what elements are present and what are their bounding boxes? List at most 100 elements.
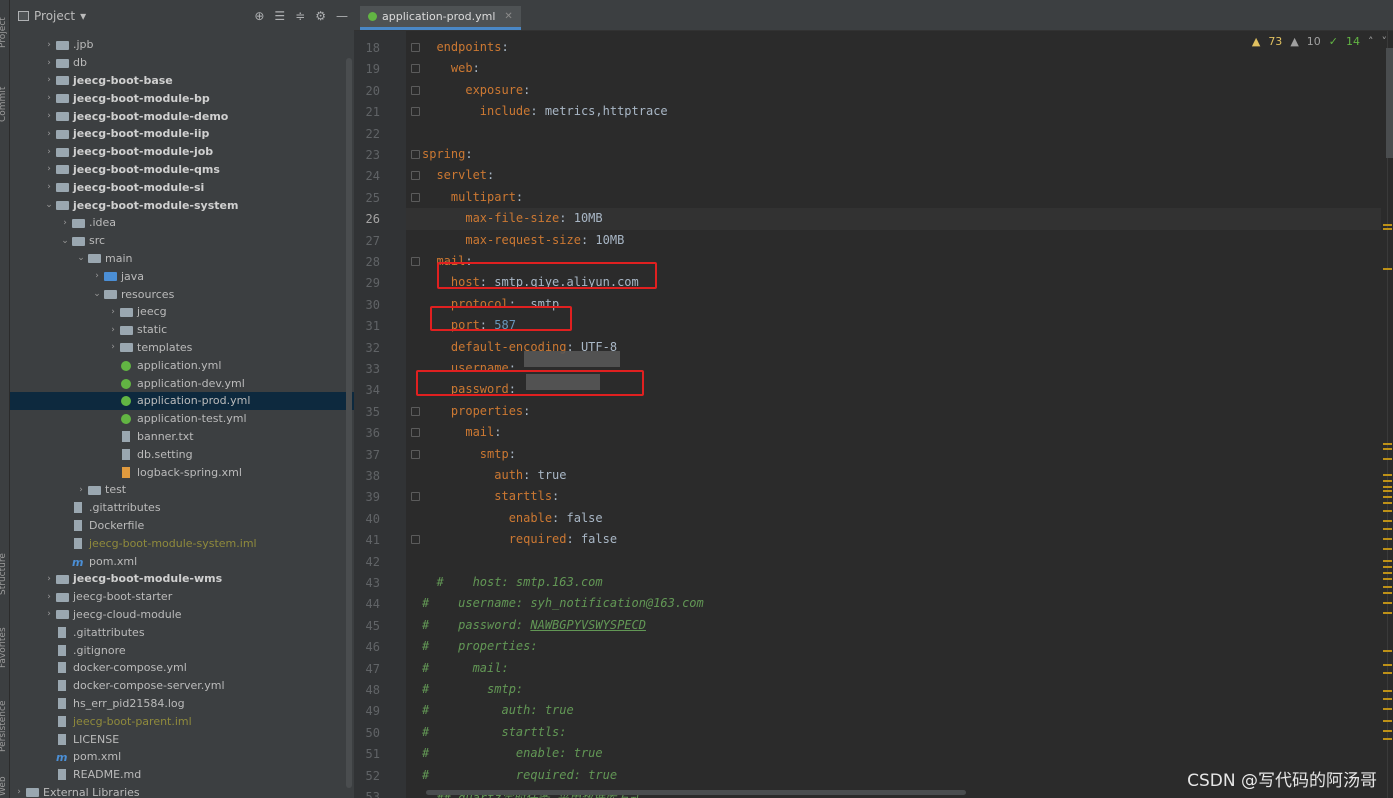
project-view-selector[interactable]: Project ▾ [18, 9, 86, 23]
error-stripe-mark[interactable] [1383, 496, 1392, 498]
error-stripe-mark[interactable] [1383, 560, 1392, 562]
close-icon[interactable]: ✕ [504, 11, 512, 22]
fold-marker[interactable] [411, 64, 420, 74]
chevron-down-icon[interactable]: ⌄ [90, 289, 104, 299]
error-stripe-mark[interactable] [1383, 690, 1392, 692]
error-stripe-mark[interactable] [1383, 672, 1392, 674]
chevron-right-icon[interactable]: › [42, 40, 56, 50]
chevron-right-icon[interactable]: › [42, 164, 56, 174]
tree-file[interactable]: .gitignore [10, 641, 354, 659]
commit-tool-button[interactable]: Commit [0, 87, 8, 122]
chevron-down-icon[interactable]: ⌄ [58, 236, 72, 246]
error-stripe-mark[interactable] [1383, 490, 1392, 492]
tree-folder[interactable]: › jeecg-boot-module-iip [10, 125, 354, 143]
tree-file[interactable]: application.yml [10, 356, 354, 374]
tree-file[interactable]: Dockerfile [10, 517, 354, 535]
chevron-right-icon[interactable]: › [42, 592, 56, 602]
fold-marker[interactable] [411, 107, 420, 117]
editor-horizontal-scrollbar[interactable] [426, 790, 966, 795]
error-stripe-mark[interactable] [1383, 502, 1392, 504]
error-stripe-mark[interactable] [1383, 268, 1392, 270]
tree-folder[interactable]: › jeecg-boot-base [10, 72, 354, 90]
tree-file[interactable]: .gitattributes [10, 499, 354, 517]
chevron-right-icon[interactable]: › [42, 58, 56, 68]
editor-vertical-scrollbar[interactable] [1386, 48, 1393, 158]
tree-file[interactable]: .gitattributes [10, 623, 354, 641]
fold-marker[interactable] [411, 428, 420, 438]
tree-folder[interactable]: ⌄ src [10, 232, 354, 250]
chevron-down-icon[interactable]: ⌄ [42, 200, 56, 210]
tree-folder[interactable]: ⌄ jeecg-boot-module-system [10, 196, 354, 214]
error-stripe-mark[interactable] [1383, 730, 1392, 732]
chevron-right-icon[interactable]: › [106, 307, 120, 317]
project-tree-scrollbar[interactable] [346, 58, 352, 788]
persistence-tool-button[interactable]: Persistence [0, 701, 8, 752]
error-stripe-mark[interactable] [1383, 602, 1392, 604]
gear-icon[interactable]: ⚙ [315, 9, 326, 23]
tree-folder[interactable]: › jeecg-boot-module-qms [10, 161, 354, 179]
chevron-up-icon[interactable]: ˄ [1368, 35, 1374, 48]
error-stripe-mark[interactable] [1383, 443, 1392, 445]
tree-folder[interactable]: › jeecg-boot-starter [10, 588, 354, 606]
chevron-down-icon[interactable]: ▾ [80, 9, 86, 23]
chevron-right-icon[interactable]: › [106, 342, 120, 352]
tree-file[interactable]: db.setting [10, 445, 354, 463]
error-stripe-mark[interactable] [1383, 586, 1392, 588]
error-stripe-mark[interactable] [1383, 224, 1392, 226]
tree-folder[interactable]: › jeecg-boot-module-demo [10, 107, 354, 125]
chevron-right-icon[interactable]: › [42, 574, 56, 584]
tree-folder[interactable]: › jeecg [10, 303, 354, 321]
error-stripe-mark[interactable] [1383, 520, 1392, 522]
tree-folder[interactable]: › static [10, 321, 354, 339]
chevron-right-icon[interactable]: › [42, 182, 56, 192]
fold-marker[interactable] [411, 406, 420, 416]
expand-all-icon[interactable]: ☰ [274, 9, 285, 23]
tree-folder[interactable]: › java [10, 267, 354, 285]
fold-marker[interactable] [411, 150, 420, 159]
fold-marker[interactable] [411, 192, 420, 202]
error-stripe-mark[interactable] [1383, 480, 1392, 482]
tree-file[interactable]: README.md [10, 766, 354, 784]
locate-file-icon[interactable]: ⊕ [254, 9, 264, 23]
error-stripe-mark[interactable] [1383, 738, 1392, 740]
error-stripe-mark[interactable] [1383, 474, 1392, 476]
fold-marker[interactable] [411, 492, 420, 502]
chevron-right-icon[interactable]: › [42, 75, 56, 85]
tree-folder[interactable]: ⌄ resources [10, 285, 354, 303]
tree-file[interactable]: m pom.xml [10, 552, 354, 570]
error-stripe-mark[interactable] [1383, 578, 1392, 580]
tree-file[interactable]: docker-compose-server.yml [10, 677, 354, 695]
tree-folder[interactable]: › db [10, 54, 354, 72]
chevron-down-icon[interactable]: ⌄ [74, 253, 88, 263]
chevron-right-icon[interactable]: › [106, 325, 120, 335]
tree-file[interactable]: application-dev.yml [10, 374, 354, 392]
tree-folder[interactable]: › jeecg-boot-module-job [10, 143, 354, 161]
chevron-right-icon[interactable]: › [42, 147, 56, 157]
tree-file[interactable]: application-prod.yml [10, 392, 354, 410]
fold-marker[interactable] [411, 257, 420, 266]
favorites-tool-button[interactable]: Favorites [0, 627, 8, 668]
tree-folder[interactable]: › jeecg-boot-module-bp [10, 89, 354, 107]
fold-marker[interactable] [411, 449, 420, 459]
error-stripe-mark[interactable] [1383, 708, 1392, 710]
error-stripe-mark[interactable] [1383, 566, 1392, 568]
tree-folder[interactable]: › test [10, 481, 354, 499]
error-stripe-mark[interactable] [1383, 650, 1392, 652]
chevron-right-icon[interactable]: › [42, 129, 56, 139]
inspection-widget[interactable]: ▲ 73 ▲ 10 ✓ 14 ˄ ˅ [1252, 35, 1387, 48]
error-stripe-mark[interactable] [1383, 572, 1392, 574]
tree-file[interactable]: hs_err_pid21584.log [10, 695, 354, 713]
tree-folder[interactable]: ⌄ main [10, 250, 354, 268]
tree-folder[interactable]: › .jpb [10, 36, 354, 54]
chevron-right-icon[interactable]: › [42, 93, 56, 103]
error-stripe-mark[interactable] [1383, 228, 1392, 230]
structure-tool-button[interactable]: Structure [0, 553, 8, 595]
tree-folder[interactable]: › .idea [10, 214, 354, 232]
hide-panel-icon[interactable]: — [336, 9, 348, 23]
error-stripe-mark[interactable] [1383, 720, 1392, 722]
error-stripe-mark[interactable] [1383, 486, 1392, 488]
tree-file[interactable]: application-test.yml [10, 410, 354, 428]
tree-folder[interactable]: › templates [10, 339, 354, 357]
error-stripe-mark[interactable] [1383, 592, 1392, 594]
web-tool-button[interactable]: Web [0, 776, 8, 796]
